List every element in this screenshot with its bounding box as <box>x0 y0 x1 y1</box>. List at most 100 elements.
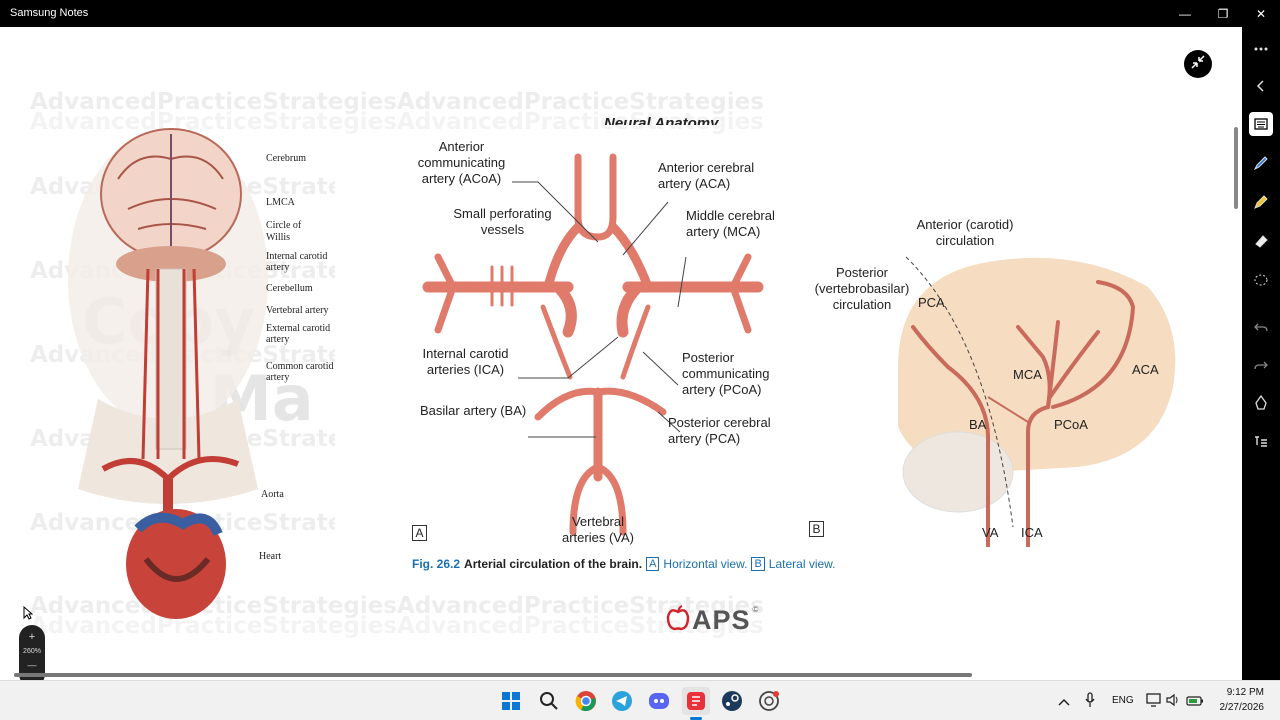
pen-mode-icon <box>1255 395 1267 410</box>
label-pca: Posterior cerebral artery (PCA) <box>668 415 771 446</box>
figure-caption: Fig. 26.2 Arterial circulation of the br… <box>412 557 836 571</box>
label-b-aca: ACA <box>1132 362 1159 377</box>
label-b-ba: BA <box>969 417 987 432</box>
zoom-out-button[interactable]: — <box>19 655 45 670</box>
minimize-button[interactable]: — <box>1166 0 1204 27</box>
label-basilar-artery: Basilar artery (BA) <box>420 403 527 418</box>
volume-icon[interactable] <box>1166 693 1180 712</box>
figure-b-label: B <box>809 521 824 537</box>
eraser-button[interactable] <box>1249 229 1273 253</box>
caption-b-box: B <box>751 557 765 571</box>
windows-start-button[interactable] <box>497 687 525 715</box>
redo-button[interactable] <box>1249 353 1273 377</box>
horizontal-scrollbar[interactable] <box>14 673 972 677</box>
eraser-icon <box>1255 235 1268 248</box>
redo-icon <box>1254 361 1268 370</box>
aps-logo: APS © <box>666 605 758 636</box>
label-b-pca: PCA <box>918 295 945 310</box>
label-common-carotid: Common carotid <box>266 361 334 372</box>
clock-date[interactable]: 2/27/2026 <box>1216 702 1265 713</box>
steam-app[interactable] <box>718 687 746 715</box>
exit-fullscreen-button[interactable] <box>1184 50 1212 78</box>
note-canvas[interactable]: AdvancedPracticeStrategiesAdvancedPracti… <box>0 27 1242 680</box>
caption-title: Arterial circulation of the brain. <box>464 557 643 571</box>
clock-time[interactable]: 9:12 PM <box>1226 687 1264 698</box>
pen-toolbar <box>1242 27 1280 680</box>
aps-logo-text: APS <box>692 605 751 635</box>
collapse-icon <box>1256 80 1264 92</box>
pen-icon <box>1253 156 1268 171</box>
label-external-carotid: artery <box>266 334 290 345</box>
label-acoa: Anterior communicating artery (ACoA) <box>417 139 506 186</box>
samsung-notes-app[interactable] <box>682 687 710 715</box>
vertical-scrollbar[interactable] <box>1234 127 1238 209</box>
label-b-va: VA <box>982 525 999 540</box>
partial-heading: Neural Anatomy <box>604 115 719 125</box>
telegram-app[interactable] <box>608 687 636 715</box>
label-circle-of-willis: Willis <box>266 232 291 243</box>
label-aorta: Aorta <box>261 489 284 500</box>
caption-fig-number: Fig. 26.2 <box>412 557 461 571</box>
text-mode-button[interactable] <box>1249 429 1273 453</box>
zoom-in-button[interactable]: + <box>19 625 45 643</box>
windows-taskbar: ENG 9:12 PM 2/27/2026 <box>0 680 1280 720</box>
search-icon <box>540 692 558 710</box>
pen-mode-button[interactable] <box>1249 391 1273 415</box>
title-bar: Samsung Notes — ❐ ✕ <box>0 0 1280 27</box>
label-b-ica: ICA <box>1021 525 1043 540</box>
label-cerebrum: Cerebrum <box>266 153 306 164</box>
language-indicator[interactable]: ENG <box>1112 695 1134 706</box>
label-cerebellum: Cerebellum <box>266 283 313 294</box>
label-perforating-vessels: Small perforating vessels <box>453 206 552 237</box>
pen-button[interactable] <box>1249 151 1273 175</box>
undo-icon <box>1254 323 1268 332</box>
telegram-icon <box>612 691 632 711</box>
samsung-notes-icon <box>687 692 705 710</box>
label-vertebral-arteries: Vertebral arteries (VA) <box>562 514 634 545</box>
keyboard-button[interactable] <box>1249 112 1273 136</box>
caption-a-box: A <box>646 557 660 571</box>
microphone-icon[interactable] <box>1084 692 1096 713</box>
windows-start-icon <box>502 692 520 710</box>
label-mca: Middle cerebral artery (MCA) <box>686 208 775 239</box>
undo-button[interactable] <box>1249 315 1273 339</box>
maximize-button[interactable]: ❐ <box>1204 0 1242 27</box>
mouse-cursor-icon <box>23 605 34 625</box>
apple-icon <box>666 605 690 636</box>
label-anterior-circulation: Anterior (carotid) circulation <box>916 217 1014 248</box>
highlighter-button[interactable] <box>1249 190 1273 214</box>
lasso-button[interactable] <box>1249 268 1273 292</box>
caption-b-text: Lateral view. <box>768 557 836 571</box>
keyboard-icon <box>1254 118 1268 130</box>
collapse-toolbar-button[interactable] <box>1249 74 1273 98</box>
chrome-icon <box>575 691 596 712</box>
label-pcoa: Posterior communicating artery (PCoA) <box>682 350 770 397</box>
search-button[interactable] <box>535 687 563 715</box>
label-external-carotid: External carotid <box>266 323 331 334</box>
chevron-up-icon[interactable] <box>1058 694 1070 712</box>
lateral-brain-diagram <box>898 256 1176 547</box>
close-button[interactable]: ✕ <box>1242 0 1280 27</box>
chatgpt-app[interactable] <box>755 687 783 715</box>
lasso-icon <box>1254 274 1268 286</box>
discord-app[interactable] <box>645 687 673 715</box>
text-icon <box>1255 436 1267 447</box>
chatgpt-icon <box>759 691 779 711</box>
more-options-button[interactable] <box>1249 37 1273 61</box>
battery-icon[interactable] <box>1186 694 1204 712</box>
label-common-carotid: artery <box>266 372 290 383</box>
steam-icon <box>722 691 742 711</box>
more-icon <box>1254 47 1268 51</box>
label-internal-carotid: Internal carotid <box>266 251 328 262</box>
label-heart: Heart <box>259 551 282 562</box>
label-b-pcoa: PCoA <box>1054 417 1088 432</box>
collapse-arrows-icon <box>1191 54 1205 74</box>
label-circle-of-willis: Circle of <box>266 220 302 231</box>
caption-a-text: Horizontal view. <box>663 557 748 571</box>
network-icon[interactable] <box>1146 693 1162 712</box>
zoom-control[interactable]: + 260% — <box>19 625 45 680</box>
chrome-app[interactable] <box>572 687 600 715</box>
highlighter-icon <box>1254 195 1268 209</box>
label-aca: Anterior cerebral artery (ACA) <box>658 160 755 191</box>
figure-a-label: A <box>412 525 427 541</box>
